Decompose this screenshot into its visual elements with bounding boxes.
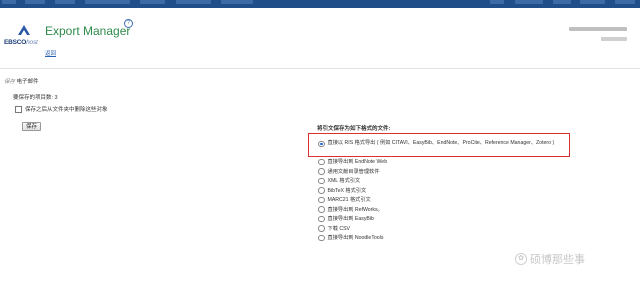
nav-item[interactable] <box>580 0 605 4</box>
format-option-csv[interactable]: 下载 CSV <box>318 225 350 232</box>
nav-item[interactable] <box>25 0 45 4</box>
remove-after-save-label: 保存之后从文件夹中删除这些对象 <box>25 107 108 113</box>
nav-item[interactable] <box>221 0 253 4</box>
radio-button[interactable] <box>318 206 325 213</box>
radio-button[interactable] <box>318 158 325 165</box>
nav-item[interactable] <box>515 0 543 4</box>
format-option-label: MARC21 格式引文 <box>327 197 371 203</box>
top-navigation-bar <box>0 0 640 8</box>
format-option-label: 通用文献目录管理软件 <box>327 168 380 175</box>
watermark-text: 硕博那些事 <box>530 254 585 266</box>
format-option-ris[interactable]: 直接以 RIS 格式导出 ( 例如 CITAVI、EasyBib、EndNote… <box>318 140 568 147</box>
format-option-refworks[interactable]: 直接导出到 RefWorks。 <box>318 206 383 213</box>
help-icon[interactable]: ? <box>124 19 133 28</box>
radio-button[interactable] <box>318 168 325 175</box>
nav-item[interactable] <box>615 0 635 4</box>
radio-button[interactable] <box>318 196 325 203</box>
radio-button[interactable] <box>318 225 325 232</box>
nav-item[interactable] <box>176 0 211 4</box>
nav-item[interactable] <box>2 0 16 4</box>
radio-button[interactable] <box>318 187 325 194</box>
radio-button[interactable] <box>318 177 325 184</box>
format-option-easybib[interactable]: 直接导出到 EasyBib <box>318 215 374 222</box>
format-option-label: 直接导出到 EasyBib <box>327 216 374 222</box>
page-title: Export Manager <box>45 24 131 38</box>
ebsco-logo[interactable]: EBSCOhost <box>4 24 42 54</box>
format-option-generic[interactable]: 通用文献目录管理软件 <box>318 168 379 175</box>
format-option-label: 直接以 RIS 格式导出 ( 例如 CITAVI、EasyBib、EndNote… <box>327 140 555 146</box>
watermark-logo-icon: ✿ <box>515 253 527 265</box>
redacted-user-info <box>569 27 627 31</box>
save-button[interactable]: 保存 <box>22 122 41 131</box>
format-option-label: XML 格式引文 <box>327 178 361 184</box>
radio-button[interactable] <box>318 140 325 147</box>
format-option-xml[interactable]: XML 格式引文 <box>318 177 360 184</box>
remove-after-save-checkbox[interactable] <box>15 105 22 113</box>
nav-item[interactable] <box>85 0 130 4</box>
remove-after-save-option[interactable]: 保存之后从文件夹中删除这些对象 <box>15 105 108 113</box>
format-option-marc21[interactable]: MARC21 格式引文 <box>318 196 371 203</box>
format-option-label: 直接导出到 NoodleTools <box>327 235 384 241</box>
save-destination-label: 保存 电子邮件 <box>4 79 39 85</box>
radio-button[interactable] <box>318 234 325 241</box>
format-option-noodletools[interactable]: 直接导出到 NoodleTools <box>318 234 383 241</box>
watermark: ✿ 硕博那些事 <box>515 251 585 267</box>
back-link[interactable]: 返回 <box>45 49 56 57</box>
format-option-label: 下载 CSV <box>327 225 350 232</box>
redacted-user-info <box>601 37 627 41</box>
format-option-endnote-web[interactable]: 直接导出到 EndNote Web <box>318 158 387 165</box>
nav-item[interactable] <box>140 0 165 4</box>
logo-wordmark: EBSCOhost <box>4 39 38 46</box>
format-section-title: 将引文保存为如下格式的文件: <box>317 126 391 132</box>
nav-item[interactable] <box>553 0 571 4</box>
nav-item[interactable] <box>55 0 75 4</box>
item-count: 要保存的项目数: 3 <box>13 95 58 101</box>
ebsco-logo-icon <box>18 25 30 35</box>
format-option-label: 直接导出到 RefWorks。 <box>327 206 383 213</box>
radio-button[interactable] <box>318 215 325 222</box>
format-option-label: 直接导出到 EndNote Web <box>327 159 388 165</box>
divider <box>0 68 640 69</box>
nav-item[interactable] <box>490 0 504 4</box>
format-option-bibtex[interactable]: BibTeX 格式引文 <box>318 187 366 194</box>
format-option-label: BibTeX 格式引文 <box>327 187 367 194</box>
